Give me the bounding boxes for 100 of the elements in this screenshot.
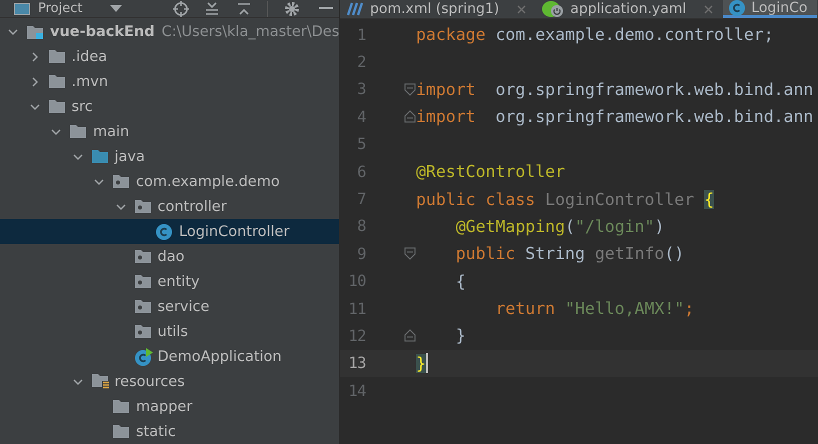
tree-row[interactable]: .mvn: [0, 69, 339, 94]
line-number: 3: [356, 80, 366, 98]
module-folder-icon: [27, 24, 43, 38]
panel-title[interactable]: Project: [38, 1, 82, 16]
line-number: 2: [356, 53, 366, 72]
chevron-icon[interactable]: [51, 126, 61, 136]
tree-row[interactable]: DemoApplication: [0, 344, 339, 369]
package-folder-icon: [113, 175, 129, 188]
chevron-icon[interactable]: [94, 176, 104, 186]
tree-item-label: DemoApplication: [158, 348, 282, 364]
tree-row[interactable]: src: [0, 94, 339, 119]
chevron-icon[interactable]: [72, 152, 82, 162]
settings-icon: [284, 0, 300, 16]
tree-item-label: utils: [158, 324, 188, 340]
tree-row[interactable]: service: [0, 294, 339, 319]
tab-label: LoginCo: [751, 0, 808, 16]
folder-icon: [70, 125, 86, 138]
line-number: 7: [356, 190, 366, 208]
chevron-icon[interactable]: [30, 102, 40, 112]
project-icon: [14, 2, 30, 14]
tree-row[interactable]: entity: [0, 269, 339, 294]
line-number: 11: [347, 300, 366, 318]
package-folder-icon: [134, 250, 150, 263]
tree-item-label: entity: [158, 274, 200, 290]
tree-item-label: main: [93, 124, 130, 140]
line-number: 9: [356, 244, 366, 263]
tree-item-label: dao: [158, 248, 184, 264]
tree-item-label: static: [136, 424, 176, 440]
line-number: 6: [356, 162, 366, 181]
tree-row[interactable]: java: [0, 144, 339, 169]
tree-item-label: service: [158, 298, 210, 314]
main-class-icon: [134, 348, 152, 366]
tree-item-label: src: [72, 98, 93, 114]
resources-folder-icon: [92, 374, 110, 389]
tree-row[interactable]: dao: [0, 244, 339, 269]
collapse-all-icon: [205, 2, 219, 16]
code-line: import org.springframework.web.bind.ann: [416, 80, 814, 99]
fold-marker-icon[interactable]: [404, 82, 416, 96]
tree-row[interactable]: resources: [0, 369, 339, 394]
expand-all-icon: [237, 2, 251, 16]
editor-tab[interactable]: application.yaml: [536, 0, 724, 18]
line-number: 5: [356, 135, 366, 154]
chevron-icon[interactable]: [30, 76, 40, 86]
tree-item-label: LoginController: [179, 224, 290, 240]
line-number: 14: [347, 382, 366, 400]
chevron-icon[interactable]: [116, 202, 126, 212]
code-line: {: [454, 272, 466, 291]
line-number: 4: [356, 108, 366, 126]
editor-tab[interactable]: LoginCo: [723, 0, 818, 18]
editor-tab[interactable]: pom.xml (spring1): [340, 0, 536, 18]
code-line: public class LoginController {: [416, 190, 714, 209]
tree-row[interactable]: utils: [0, 319, 339, 344]
tree-row[interactable]: static: [0, 419, 339, 444]
folder-icon: [113, 400, 129, 413]
tab-label: pom.xml (spring1): [370, 1, 500, 17]
code-line: package com.example.demo.controller;: [416, 25, 774, 44]
code-line: @RestController: [416, 162, 566, 182]
folder-icon: [48, 50, 64, 63]
class-icon: [156, 224, 172, 240]
folder-icon: [48, 75, 64, 88]
fold-marker-icon[interactable]: [404, 247, 416, 260]
tree-item-label: vue-backEnd: [50, 24, 155, 40]
tree-row[interactable]: vue-backEnd C:\Users\kla_master\Des: [0, 19, 339, 44]
package-folder-icon: [134, 325, 150, 338]
chevron-icon[interactable]: [72, 376, 82, 386]
tree-row[interactable]: mapper: [0, 394, 339, 419]
class-icon: [729, 0, 746, 16]
tree-row[interactable]: main: [0, 119, 339, 144]
tab-label: application.yaml: [570, 1, 686, 17]
code-line: import org.springframework.web.bind.ann: [416, 107, 814, 126]
line-number: 12: [347, 326, 366, 345]
tree-item-label: .mvn: [72, 74, 108, 90]
line-number: 13: [347, 354, 366, 372]
minimize-icon: [319, 6, 333, 10]
chevron-icon[interactable]: [8, 26, 18, 36]
maven-icon: [346, 2, 364, 16]
package-folder-icon: [134, 200, 150, 213]
tree-item-label: java: [114, 148, 145, 164]
folder-icon: [113, 425, 129, 438]
tree-row[interactable]: com.example.demo: [0, 169, 339, 194]
tree-item-label: mapper: [136, 398, 192, 414]
line-number: 8: [356, 217, 366, 236]
dropdown-caret-icon[interactable]: [110, 4, 122, 12]
tree-row[interactable]: .idea: [0, 44, 339, 69]
code-line: public String getInfo(): [454, 244, 684, 264]
folder-icon: [48, 100, 64, 113]
chevron-icon[interactable]: [30, 52, 40, 62]
fold-marker-icon[interactable]: [404, 110, 416, 124]
tree-row[interactable]: controller: [0, 194, 339, 219]
folder-icon: [92, 150, 108, 163]
line-number: 1: [356, 26, 366, 44]
line-number: 10: [347, 272, 366, 290]
tree-item-label: com.example.demo: [136, 174, 280, 190]
code-line: return "Hello,AMX!";: [494, 299, 694, 318]
path-label: C:\Users\kla_master\Des: [162, 24, 340, 40]
tree-row[interactable]: LoginController: [0, 219, 339, 244]
tree-item-label: resources: [114, 374, 185, 390]
fold-marker-icon[interactable]: [404, 329, 416, 342]
package-folder-icon: [134, 300, 150, 313]
locate-icon: [173, 0, 189, 16]
